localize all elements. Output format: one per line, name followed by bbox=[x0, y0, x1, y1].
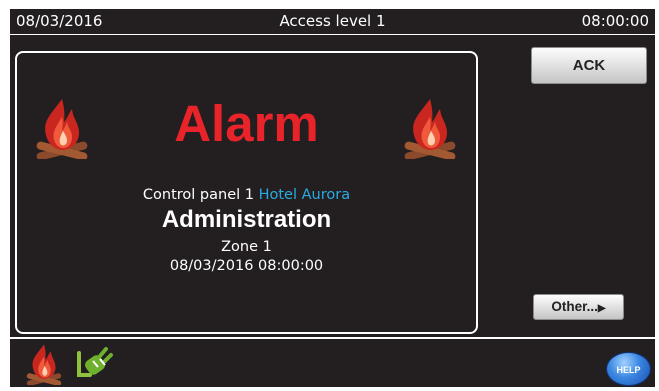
other-button[interactable]: Other...▶ bbox=[533, 294, 624, 320]
control-panel-line: Control panel 1 Hotel Aurora bbox=[17, 186, 476, 204]
panel-site-name: Hotel Aurora bbox=[258, 187, 351, 203]
alarm-area: Administration bbox=[161, 206, 332, 233]
fire-icon bbox=[404, 99, 456, 159]
fire-icon[interactable] bbox=[24, 343, 64, 385]
play-arrow-icon: ▶ bbox=[597, 303, 606, 314]
plug-icon[interactable] bbox=[76, 347, 114, 381]
alarm-event-card: Alarm Control panel 1 Hotel Aurora Admin… bbox=[15, 51, 478, 334]
help-button[interactable]: HELP bbox=[606, 352, 651, 386]
control-panel-label: Control panel 1 bbox=[142, 187, 254, 203]
other-button-label: Other... bbox=[551, 299, 598, 314]
access-level-label: Access level 1 bbox=[279, 12, 386, 30]
alarm-zone: Zone 1 bbox=[221, 239, 272, 255]
ack-button[interactable]: ACK bbox=[531, 47, 647, 84]
bottom-divider bbox=[10, 337, 655, 339]
alarm-timestamp: 08/03/2016 08:00:00 bbox=[169, 258, 324, 274]
status-time: 08:00:00 bbox=[581, 12, 649, 30]
status-bar: 08/03/2016 Access level 1 08:00:00 bbox=[10, 9, 655, 35]
panel-screen: 08/03/2016 Access level 1 08:00:00 Alarm… bbox=[10, 9, 655, 387]
